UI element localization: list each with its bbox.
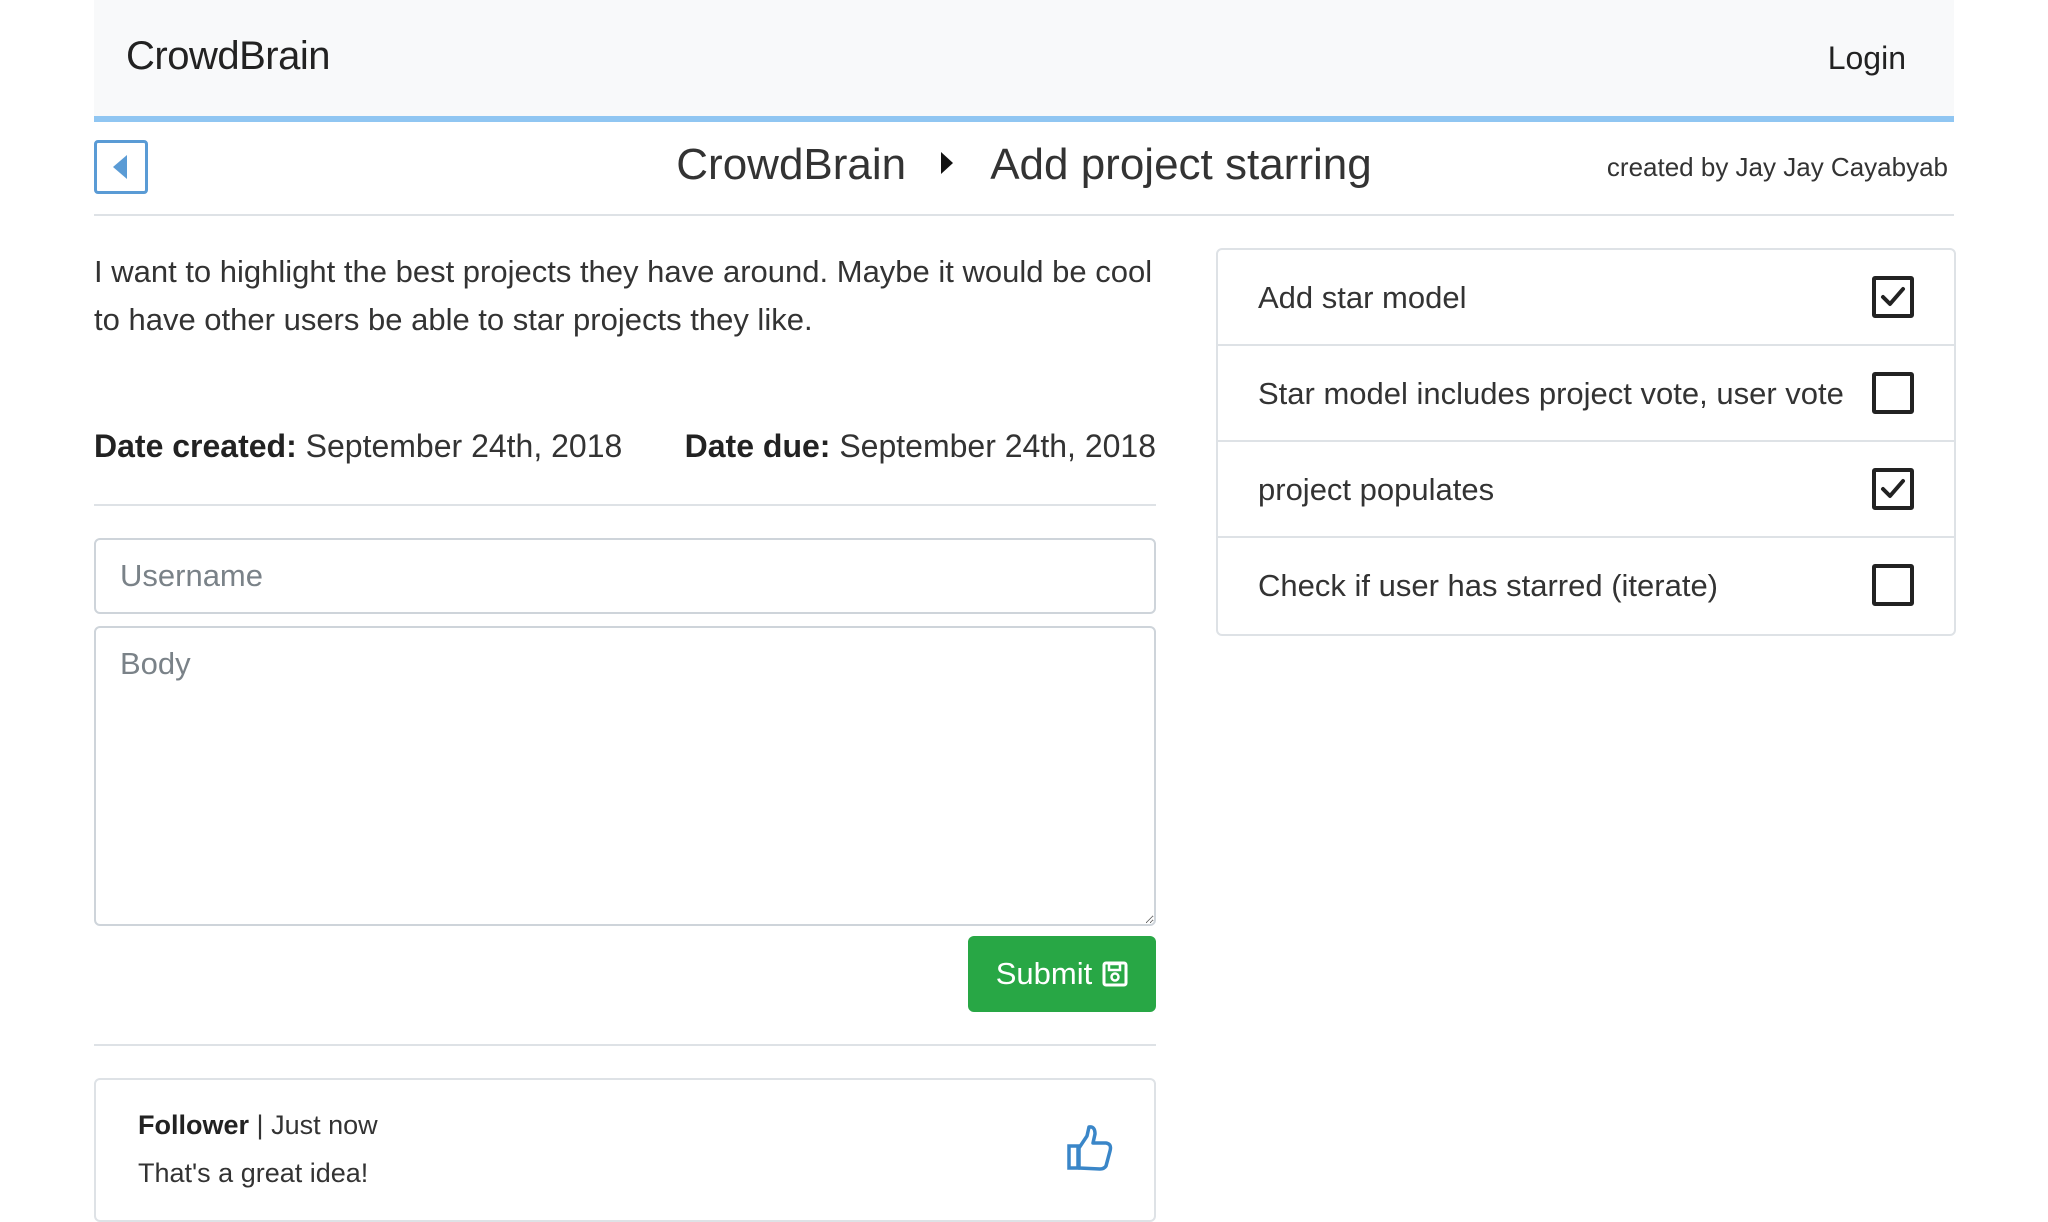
- project-dates: Date created: September 24th, 2018 Date …: [94, 428, 1156, 474]
- date-created-value: September 24th, 2018: [305, 428, 623, 464]
- brand-logo[interactable]: CrowdBrain: [126, 34, 330, 79]
- task-checkbox[interactable]: [1872, 276, 1914, 318]
- comment-card: Follower | Just now That's a great idea!: [94, 1078, 1156, 1222]
- task-item: Star model includes project vote, user v…: [1218, 346, 1954, 442]
- navbar: CrowdBrain Login: [94, 0, 1954, 122]
- comment-separator: |: [256, 1110, 264, 1140]
- task-checkbox[interactable]: [1872, 564, 1914, 606]
- username-input[interactable]: [94, 538, 1156, 614]
- divider: [94, 1044, 1156, 1046]
- task-checklist: Add star model Star model includes proje…: [1216, 248, 1956, 636]
- like-button[interactable]: [1066, 1124, 1114, 1174]
- task-checkbox[interactable]: [1872, 468, 1914, 510]
- submit-label: Submit: [995, 956, 1093, 991]
- comment-time: Just now: [271, 1110, 378, 1140]
- comment-text: That's a great idea!: [138, 1158, 369, 1188]
- check-icon: [1881, 479, 1905, 498]
- task-item: Check if user has starred (iterate): [1218, 538, 1954, 634]
- title-bar: CrowdBrain Add project starring created …: [94, 122, 1954, 216]
- comment-author: Follower: [138, 1110, 250, 1140]
- task-label: project populates: [1258, 472, 1495, 507]
- breadcrumb-current: Add project starring: [990, 140, 1372, 189]
- project-description: I want to highlight the best projects th…: [94, 254, 1153, 337]
- caret-right-icon: [940, 136, 954, 186]
- check-icon: [1881, 287, 1905, 306]
- task-item: project populates: [1218, 442, 1954, 538]
- task-item: Add star model: [1218, 250, 1954, 346]
- date-created: Date created: September 24th, 2018: [94, 428, 622, 465]
- breadcrumb-root[interactable]: CrowdBrain: [676, 140, 906, 189]
- submit-button[interactable]: Submit: [968, 936, 1156, 1012]
- task-label: Check if user has starred (iterate): [1258, 568, 1719, 603]
- login-link[interactable]: Login: [1828, 40, 1906, 77]
- task-label: Add star model: [1258, 280, 1467, 315]
- thumbs-up-icon: [1067, 1125, 1113, 1171]
- creator-label: created by Jay Jay Cayabyab: [1606, 152, 1948, 182]
- floppy-disk-icon: [1102, 961, 1128, 987]
- date-due: Date due: September 24th, 2018: [685, 428, 1156, 465]
- task-label: Star model includes project vote, user v…: [1258, 376, 1844, 411]
- date-due-label: Date due:: [684, 428, 831, 464]
- body-textarea[interactable]: [94, 626, 1156, 926]
- task-checkbox[interactable]: [1872, 372, 1914, 414]
- comment-meta: Follower | Just now: [138, 1110, 378, 1141]
- divider: [94, 504, 1156, 506]
- date-created-label: Date created:: [94, 428, 297, 464]
- date-due-value: September 24th, 2018: [839, 428, 1156, 464]
